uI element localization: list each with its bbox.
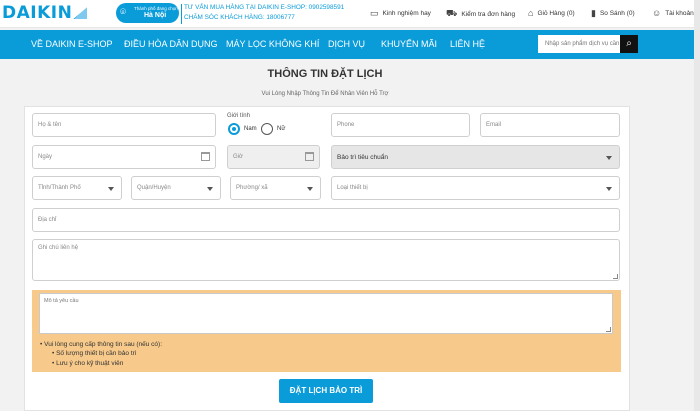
- page-scrollbar[interactable]: [694, 0, 700, 411]
- gender-male-label: Nam: [244, 126, 257, 132]
- menu-contact[interactable]: LIÊN HỆ: [450, 39, 485, 49]
- menu-air-purifier[interactable]: MÁY LỌC KHÔNG KHÍ: [226, 39, 319, 49]
- address-placeholder: Địa chỉ: [38, 217, 57, 223]
- location-city: Hà Nội: [144, 12, 167, 19]
- contact-note-placeholder: Ghi chú liên hệ: [38, 245, 79, 251]
- time-field[interactable]: Giờ: [227, 145, 320, 169]
- chevron-down-icon: [207, 187, 213, 191]
- search-input[interactable]: Nhập sản phẩm dịch vụ cần ⌕: [538, 35, 638, 53]
- nav-account-label: Tài khoản: [665, 9, 694, 17]
- chevron-down-icon: [108, 187, 114, 191]
- resize-handle-icon[interactable]: [606, 327, 611, 332]
- monitor-icon: ▭: [370, 8, 379, 18]
- request-placeholder: Mô tả yêu cầu: [44, 298, 79, 304]
- gender-female-label: Nữ: [277, 126, 286, 132]
- ward-placeholder: Phường/ xã: [236, 185, 268, 191]
- user-icon: ☺: [652, 8, 662, 18]
- email-field[interactable]: Email: [480, 113, 620, 137]
- menu-about[interactable]: VỀ DAIKIN E-SHOP: [31, 39, 113, 49]
- nav-order-check[interactable]: ⛟ Kiểm tra đơn hàng: [446, 8, 515, 20]
- district-placeholder: Quận/Huyện: [137, 185, 171, 191]
- cart-icon: ⌂: [528, 8, 534, 18]
- logo-text: DAIKIN: [2, 3, 73, 23]
- address-field[interactable]: Địa chỉ: [32, 208, 620, 232]
- gender-label: Giới tính: [227, 113, 250, 119]
- calendar-icon[interactable]: [305, 152, 314, 161]
- search-placeholder: Nhập sản phẩm dịch vụ cần: [545, 41, 620, 47]
- ward-select[interactable]: Phường/ xã: [230, 176, 321, 200]
- nav-cart[interactable]: ⌂ Giỏ Hàng (0): [528, 8, 575, 18]
- email-placeholder: Email: [486, 122, 502, 128]
- nav-order-check-label: Kiểm tra đơn hàng: [461, 10, 516, 18]
- service-type-select[interactable]: Bảo trì tiêu chuẩn: [331, 145, 620, 169]
- location-pin-icon: ⌾: [120, 7, 126, 18]
- nav-compare[interactable]: ▮ So Sánh (0): [591, 8, 635, 19]
- submit-booking-button[interactable]: ĐẶT LỊCH BẢO TRÌ: [279, 379, 373, 403]
- date-placeholder: Ngày: [38, 154, 53, 160]
- device-type-placeholder: Loại thiết bị: [337, 185, 368, 191]
- device-type-select[interactable]: Loại thiết bị: [331, 176, 620, 200]
- search-icon[interactable]: ⌕: [620, 35, 638, 53]
- location-hint: Thành phố đang chọn: [134, 6, 178, 11]
- nav-cart-label: Giỏ Hàng (0): [537, 9, 575, 17]
- menu-services[interactable]: DỊCH VỤ: [328, 39, 365, 49]
- logo-mark-icon: [73, 7, 88, 19]
- chevron-down-icon: [606, 187, 612, 191]
- support-hotline: CHĂM SÓC KHÁCH HÀNG: 18006777: [184, 14, 295, 21]
- top-header: DAIKIN ⌾ Thành phố đang chọn Hà Nội TƯ V…: [0, 0, 700, 28]
- calendar-icon[interactable]: [201, 152, 210, 161]
- delivery-icon: ⛟: [446, 8, 458, 18]
- hotline-info: TƯ VẤN MUA HÀNG TẠI DAIKIN E-SHOP: 09025…: [181, 3, 345, 24]
- request-info-item: • Số lượng thiết bị cần bảo trì: [52, 350, 137, 357]
- chevron-down-icon: [606, 156, 612, 160]
- location-selector[interactable]: ⌾ Thành phố đang chọn Hà Nội: [116, 3, 179, 23]
- page-title: THÔNG TIN ĐẶT LỊCH: [267, 68, 383, 80]
- nav-account[interactable]: ☺ Tài khoản: [652, 8, 694, 18]
- province-placeholder: Tỉnh/Thành Phố: [38, 185, 81, 191]
- page-subtitle: Vui Lòng Nhập Thông Tin Để Nhân Viên Hỗ …: [261, 91, 389, 97]
- phone-field[interactable]: Phone: [331, 113, 470, 137]
- service-type-value: Bảo trì tiêu chuẩn: [337, 154, 388, 161]
- time-placeholder: Giờ: [233, 154, 243, 160]
- phone-placeholder: Phone: [337, 122, 355, 128]
- request-section: Mô tả yêu cầu • Vui lòng cung cấp thông …: [32, 290, 621, 372]
- daikin-logo[interactable]: DAIKIN: [2, 2, 88, 24]
- chevron-down-icon: [307, 187, 313, 191]
- nav-compare-label: So Sánh (0): [599, 10, 635, 17]
- request-textarea[interactable]: Mô tả yêu cầu: [39, 293, 613, 334]
- date-field[interactable]: Ngày: [32, 145, 216, 169]
- menu-promotions[interactable]: KHUYẾN MÃI: [381, 39, 437, 49]
- nav-tips-label: Kinh nghiệm hay: [382, 10, 431, 17]
- request-info-item-text: Lưu ý cho kỹ thuật viên: [56, 360, 124, 367]
- request-info-item: • Lưu ý cho kỹ thuật viên: [52, 360, 124, 367]
- nav-tips[interactable]: ▭ Kinh nghiệm hay: [370, 8, 431, 19]
- sales-hotline: TƯ VẤN MUA HÀNG TẠI DAIKIN E-SHOP: 09025…: [184, 4, 345, 11]
- gender-female-radio[interactable]: [261, 123, 273, 135]
- request-info-intro-text: Vui lòng cung cấp thông tin sau (nếu có)…: [44, 341, 163, 348]
- province-select[interactable]: Tỉnh/Thành Phố: [32, 176, 122, 200]
- contact-note-textarea[interactable]: Ghi chú liên hệ: [32, 239, 620, 281]
- compare-icon: ▮: [591, 8, 596, 18]
- gender-male-radio[interactable]: [228, 123, 240, 135]
- main-nav: VỀ DAIKIN E-SHOP ĐIỀU HÒA DÂN DỤNG MÁY L…: [0, 30, 700, 59]
- name-field[interactable]: Họ & tên: [32, 113, 216, 137]
- request-info-item-text: Số lượng thiết bị cần bảo trì: [56, 350, 137, 357]
- resize-handle-icon[interactable]: [613, 274, 618, 279]
- district-select[interactable]: Quận/Huyện: [131, 176, 221, 200]
- name-placeholder: Họ & tên: [38, 122, 62, 128]
- hotline-divider: [181, 4, 182, 24]
- menu-residential-ac[interactable]: ĐIỀU HÒA DÂN DỤNG: [124, 39, 218, 49]
